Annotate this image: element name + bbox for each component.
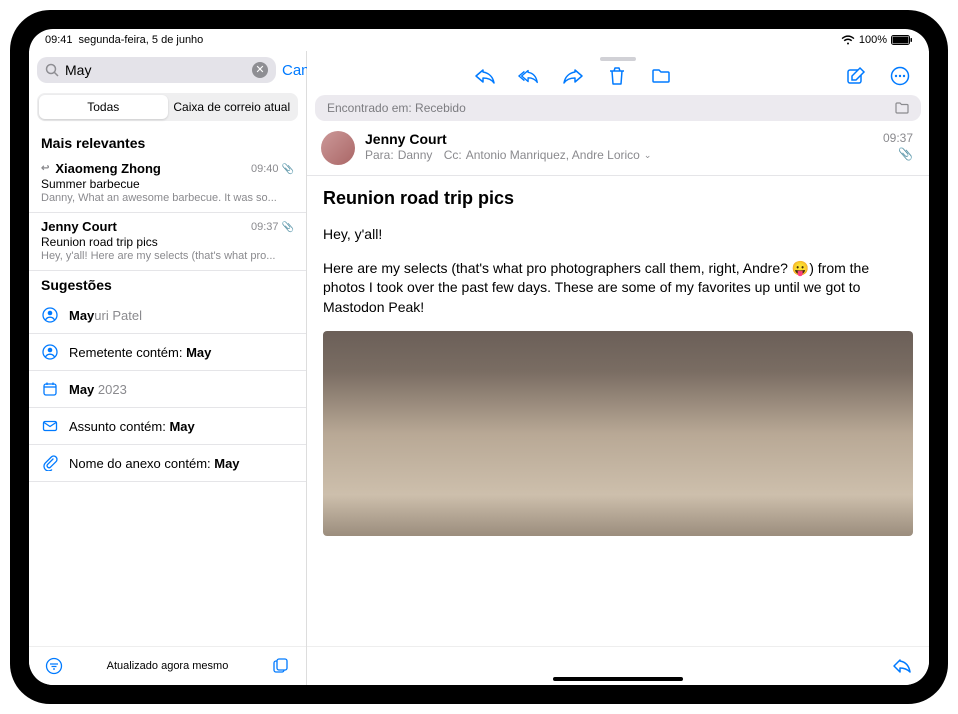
trash-button[interactable] <box>606 65 628 87</box>
suggestion-text: Assunto contém: <box>69 419 169 434</box>
suggestion-subject[interactable]: Assunto contém: May <box>29 408 306 445</box>
status-bar: 09:41 segunda-feira, 5 de junho 100% <box>29 29 929 51</box>
folder-icon <box>895 102 909 114</box>
sender-avatar[interactable] <box>321 131 355 165</box>
compose-button[interactable] <box>845 65 867 87</box>
sidebar: ✕ Cancelar Todas Caixa de correio atual … <box>29 51 307 685</box>
envelope-icon <box>41 417 59 435</box>
result-sender: Jenny Court <box>41 219 117 234</box>
person-icon <box>41 343 59 361</box>
result-time: 09:40 <box>251 163 279 175</box>
message-time: 09:37 <box>883 131 913 145</box>
result-subject: Reunion road trip pics <box>41 235 294 249</box>
reply-all-button[interactable] <box>518 65 540 87</box>
suggestion-date[interactable]: May 2023 <box>29 371 306 408</box>
suggestion-bold: May <box>169 419 194 434</box>
filter-button[interactable] <box>43 655 65 677</box>
reply-indicator-icon: ↩ <box>41 163 49 174</box>
to-label: Para: <box>365 148 394 162</box>
result-item[interactable]: Jenny Court 09:37 📎 Reunion road trip pi… <box>29 213 306 271</box>
chevron-down-icon[interactable]: ⌄ <box>644 150 652 161</box>
section-suggestions: Sugestões <box>29 271 306 297</box>
suggestion-sender[interactable]: Remetente contém: May <box>29 334 306 371</box>
result-time: 09:37 <box>251 221 279 233</box>
suggestion-bold: May <box>214 456 239 471</box>
message-pane: Encontrado em: Recebido Jenny Court Para… <box>307 51 929 685</box>
found-in-bar: Encontrado em: Recebido <box>315 95 921 121</box>
compose-sidebar-button[interactable] <box>270 655 292 677</box>
person-icon <box>41 306 59 324</box>
screen: 09:41 segunda-feira, 5 de junho 100% ✕ <box>29 29 929 685</box>
sidebar-footer: Atualizado agora mesmo <box>29 646 306 685</box>
reply-button[interactable] <box>474 65 496 87</box>
suggestion-dim: uri Patel <box>94 308 142 323</box>
message-body[interactable]: Reunion road trip pics Hey, y'all! Here … <box>307 176 929 646</box>
attachment-icon: 📎 <box>282 222 294 233</box>
message-subject: Reunion road trip pics <box>323 188 913 209</box>
status-date: segunda-feira, 5 de junho <box>79 34 204 46</box>
home-indicator[interactable] <box>553 677 683 681</box>
battery-icon <box>891 35 913 45</box>
result-preview: Danny, What an awesome barbecue. It was … <box>41 192 294 204</box>
suggestion-bold: May <box>186 345 211 360</box>
from-name[interactable]: Jenny Court <box>365 131 873 147</box>
message-toolbar <box>307 63 929 95</box>
scope-current-mailbox[interactable]: Caixa de correio atual <box>168 95 297 119</box>
search-input[interactable] <box>65 62 246 78</box>
search-icon <box>45 63 59 77</box>
suggestion-attachment-name[interactable]: Nome do anexo contém: May <box>29 445 306 482</box>
reply-footer-button[interactable] <box>891 655 913 677</box>
attachment-icon: 📎 <box>883 147 913 161</box>
suggestion-text: Nome do anexo contém: <box>69 456 214 471</box>
suggestion-bold: May <box>69 308 94 323</box>
ipad-frame: 09:41 segunda-feira, 5 de junho 100% ✕ <box>10 10 948 704</box>
cc-label: Cc: <box>444 148 462 162</box>
suggestion-dim: 2023 <box>94 382 127 397</box>
search-field[interactable]: ✕ <box>37 57 276 83</box>
result-subject: Summer barbecue <box>41 177 294 191</box>
more-button[interactable] <box>889 65 911 87</box>
move-folder-button[interactable] <box>650 65 672 87</box>
to-value[interactable]: Danny <box>398 148 433 162</box>
updated-label: Atualizado agora mesmo <box>65 660 270 672</box>
status-time: 09:41 <box>45 34 73 46</box>
suggestion-person[interactable]: Mayuri Patel <box>29 297 306 334</box>
drag-handle[interactable] <box>600 57 636 61</box>
suggestion-bold: May <box>69 382 94 397</box>
found-in-label: Encontrado em: Recebido <box>327 101 466 115</box>
result-item[interactable]: ↩Xiaomeng Zhong 09:40 📎 Summer barbecue … <box>29 155 306 213</box>
result-sender: Xiaomeng Zhong <box>55 161 160 176</box>
message-photo[interactable] <box>323 331 913 536</box>
suggestion-text: Remetente contém: <box>69 345 186 360</box>
cc-value[interactable]: Antonio Manriquez, Andre Lorico <box>466 148 640 162</box>
attachment-icon: 📎 <box>282 164 294 175</box>
calendar-icon <box>41 380 59 398</box>
wifi-icon <box>841 35 855 45</box>
forward-button[interactable] <box>562 65 584 87</box>
clear-search-button[interactable]: ✕ <box>252 62 268 78</box>
battery-percent: 100% <box>859 34 887 46</box>
scope-all[interactable]: Todas <box>39 95 168 119</box>
message-paragraph: Hey, y'all! <box>323 225 913 245</box>
paperclip-icon <box>41 454 59 472</box>
result-preview: Hey, y'all! Here are my selects (that's … <box>41 250 294 262</box>
message-header: Jenny Court Para: Danny Cc: Antonio Manr… <box>307 121 929 176</box>
search-scope-segmented[interactable]: Todas Caixa de correio atual <box>37 93 298 121</box>
message-paragraph: Here are my selects (that's what pro pho… <box>323 259 913 318</box>
section-top-hits: Mais relevantes <box>29 129 306 155</box>
